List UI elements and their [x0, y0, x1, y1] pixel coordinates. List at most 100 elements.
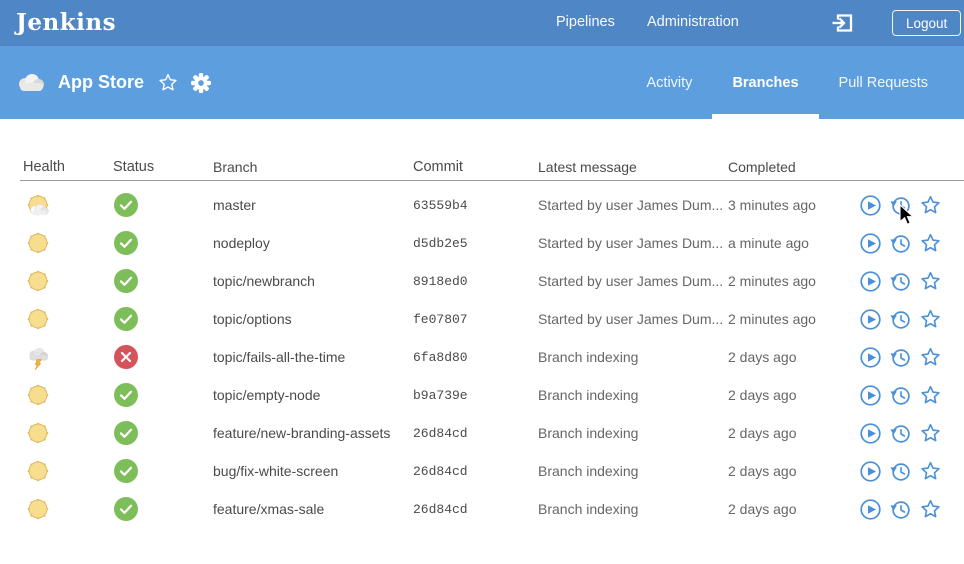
favorite-star-icon[interactable]	[158, 73, 178, 93]
pipeline-tabs: Activity Branches Pull Requests	[627, 46, 948, 119]
star-icon[interactable]	[920, 423, 941, 444]
table-header-row: Health Status Branch Commit Latest messa…	[20, 160, 964, 181]
play-icon[interactable]	[860, 385, 881, 406]
star-icon[interactable]	[920, 385, 941, 406]
row-actions	[853, 461, 964, 482]
table-row[interactable]: topic/options fe07807 Started by user Ja…	[20, 300, 964, 338]
logout-button[interactable]: Logout	[892, 10, 961, 36]
play-icon[interactable]	[860, 309, 881, 330]
status-success-icon	[114, 421, 138, 445]
weather-partly-cloudy-icon	[24, 191, 52, 219]
branches-panel: Health Status Branch Commit Latest messa…	[0, 160, 964, 528]
status-cell	[113, 421, 213, 445]
col-health: Health	[20, 159, 113, 175]
col-status: Status	[113, 159, 213, 175]
play-icon[interactable]	[860, 195, 881, 216]
star-icon[interactable]	[920, 347, 941, 368]
history-icon[interactable]	[890, 499, 911, 520]
branch-name: feature/new-branding-assets	[213, 425, 413, 441]
jenkins-logo[interactable]: Jenkins	[16, 9, 116, 36]
tab-branches[interactable]: Branches	[712, 46, 818, 119]
status-success-icon	[114, 459, 138, 483]
star-icon[interactable]	[920, 195, 941, 216]
weather-sunny-icon	[24, 457, 52, 485]
history-icon[interactable]	[890, 461, 911, 482]
history-icon[interactable]	[890, 309, 911, 330]
commit-hash: fe07807	[413, 312, 538, 327]
table-row[interactable]: feature/new-branding-assets 26d84cd Bran…	[20, 414, 964, 452]
status-success-icon	[114, 383, 138, 407]
health-cell	[20, 343, 113, 371]
branch-table: Health Status Branch Commit Latest messa…	[20, 160, 964, 528]
latest-message: Branch indexing	[538, 463, 728, 479]
play-icon[interactable]	[860, 499, 881, 520]
tab-activity[interactable]: Activity	[627, 46, 713, 119]
row-actions	[853, 309, 964, 330]
weather-cloudy-icon	[16, 71, 46, 95]
weather-sunny-icon	[24, 381, 52, 409]
latest-message: Started by user James Dum...	[538, 235, 728, 251]
settings-gear-icon[interactable]	[191, 73, 211, 93]
history-icon[interactable]	[890, 423, 911, 444]
weather-sunny-icon	[24, 229, 52, 257]
star-icon[interactable]	[920, 233, 941, 254]
status-success-icon	[114, 231, 138, 255]
pipeline-title: App Store	[58, 72, 144, 93]
table-row[interactable]: master 63559b4 Started by user James Dum…	[20, 186, 964, 224]
table-row[interactable]: topic/newbranch 8918ed0 Started by user …	[20, 262, 964, 300]
logout-exit-icon[interactable]	[830, 10, 856, 36]
commit-hash: 26d84cd	[413, 502, 538, 517]
status-cell	[113, 193, 213, 217]
completed-time: 2 days ago	[728, 349, 853, 365]
latest-message: Started by user James Dum...	[538, 273, 728, 289]
star-icon[interactable]	[920, 309, 941, 330]
branch-table-body: master 63559b4 Started by user James Dum…	[20, 186, 964, 528]
play-icon[interactable]	[860, 423, 881, 444]
weather-sunny-icon	[24, 305, 52, 333]
row-actions	[853, 347, 964, 368]
row-actions	[853, 271, 964, 292]
latest-message: Branch indexing	[538, 425, 728, 441]
star-icon[interactable]	[920, 461, 941, 482]
commit-hash: d5db2e5	[413, 236, 538, 251]
play-icon[interactable]	[860, 347, 881, 368]
pipeline-header: App Store A	[0, 46, 964, 119]
history-icon[interactable]	[890, 195, 911, 216]
table-row[interactable]: nodeploy d5db2e5 Started by user James D…	[20, 224, 964, 262]
table-row[interactable]: feature/xmas-sale 26d84cd Branch indexin…	[20, 490, 964, 528]
history-icon[interactable]	[890, 385, 911, 406]
weather-sunny-icon	[24, 267, 52, 295]
latest-message: Branch indexing	[538, 349, 728, 365]
nav-administration[interactable]: Administration	[647, 14, 739, 30]
play-icon[interactable]	[860, 233, 881, 254]
star-icon[interactable]	[920, 271, 941, 292]
history-icon[interactable]	[890, 271, 911, 292]
branch-name: bug/fix-white-screen	[213, 463, 413, 479]
play-icon[interactable]	[860, 461, 881, 482]
commit-hash: b9a739e	[413, 388, 538, 403]
branch-name: topic/options	[213, 311, 413, 327]
history-icon[interactable]	[890, 233, 911, 254]
table-row[interactable]: bug/fix-white-screen 26d84cd Branch inde…	[20, 452, 964, 490]
col-latest-message: Latest message	[538, 159, 728, 175]
latest-message: Branch indexing	[538, 501, 728, 517]
row-actions	[853, 499, 964, 520]
table-row[interactable]: topic/fails-all-the-time 6fa8d80 Branch …	[20, 338, 964, 376]
nav-pipelines[interactable]: Pipelines	[556, 14, 615, 30]
branch-name: nodeploy	[213, 235, 413, 251]
play-icon[interactable]	[860, 271, 881, 292]
status-success-icon	[114, 193, 138, 217]
tab-pull-requests[interactable]: Pull Requests	[819, 46, 948, 119]
status-cell	[113, 383, 213, 407]
top-navigation-bar: Jenkins Pipelines Administration Logout	[0, 0, 964, 46]
star-icon[interactable]	[920, 499, 941, 520]
branch-name: topic/newbranch	[213, 273, 413, 289]
status-success-icon	[114, 307, 138, 331]
table-row[interactable]: topic/empty-node b9a739e Branch indexing…	[20, 376, 964, 414]
health-cell	[20, 457, 113, 485]
history-icon[interactable]	[890, 347, 911, 368]
health-cell	[20, 229, 113, 257]
branch-name: master	[213, 197, 413, 213]
col-branch: Branch	[213, 159, 413, 175]
weather-sunny-icon	[24, 495, 52, 523]
